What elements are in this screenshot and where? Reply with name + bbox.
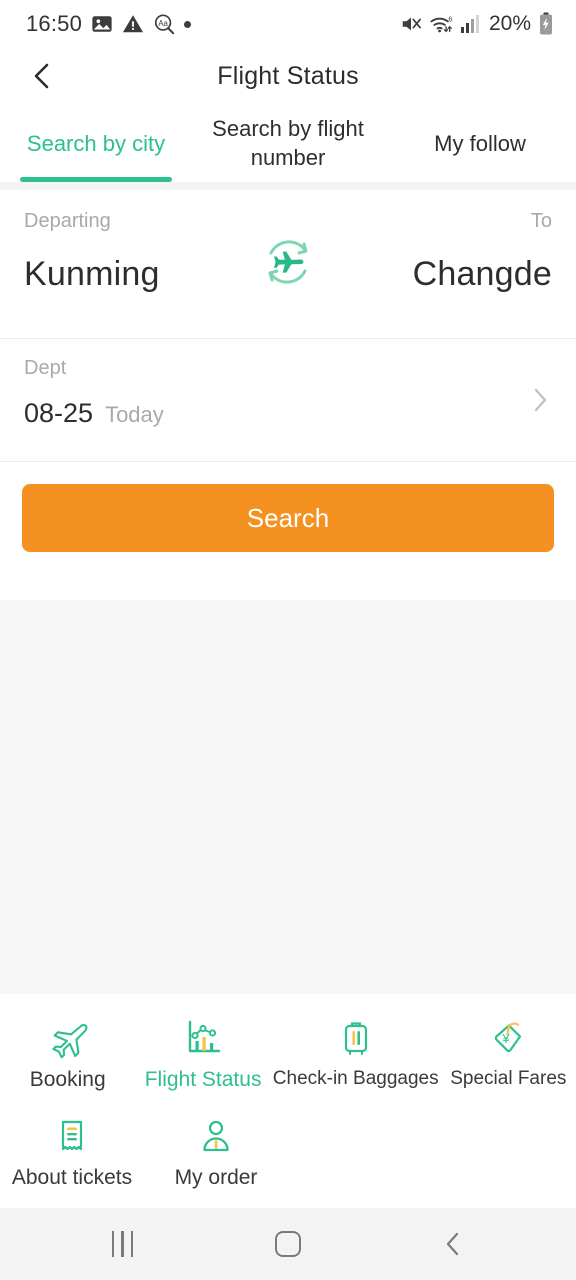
empty-content-area xyxy=(0,600,576,994)
person-icon xyxy=(195,1114,237,1158)
menu-label: Flight Status xyxy=(144,1068,262,1091)
tab-bar: Search by city Search by flight number M… xyxy=(0,104,576,182)
tab-search-by-flight-number[interactable]: Search by flight number xyxy=(192,104,384,182)
photo-icon xyxy=(91,13,113,35)
tab-label: Search by city xyxy=(26,130,166,156)
menu-item-booking[interactable]: Booking xyxy=(0,1004,135,1102)
to-label: To xyxy=(530,210,552,232)
date-value: 08-25 xyxy=(24,398,94,428)
svg-text:Aa: Aa xyxy=(158,19,168,28)
menu-label: Special Fares xyxy=(450,1068,567,1089)
menu-item-checkin-baggages[interactable]: Check-in Baggages xyxy=(271,1004,441,1102)
menu-label: About tickets xyxy=(11,1166,133,1189)
date-label: Dept xyxy=(24,357,67,379)
menu-label: Check-in Baggages xyxy=(272,1068,439,1089)
departure-city-field[interactable]: Departing Kunming xyxy=(24,210,184,294)
back-button[interactable] xyxy=(20,54,64,98)
menu-item-my-order[interactable]: My order xyxy=(144,1102,288,1200)
date-today-label: Today xyxy=(105,402,164,427)
swap-plane-icon xyxy=(257,231,319,293)
menu-label: Booking xyxy=(29,1068,106,1091)
feature-menu-row-1: Booking Flight Status Check-in Baggages … xyxy=(0,1004,576,1102)
text-search-icon: Aa xyxy=(153,13,175,35)
svg-text:6: 6 xyxy=(448,14,452,23)
back-icon xyxy=(442,1231,464,1257)
chevron-right-icon xyxy=(530,386,550,414)
search-button[interactable]: Search xyxy=(22,484,554,552)
departure-date-field[interactable]: Dept 08-25 Today xyxy=(0,339,576,461)
status-bar-right: 6 20% xyxy=(400,12,554,36)
status-bar: 16:50 Aa 6 20% xyxy=(0,0,576,48)
tab-separator xyxy=(0,182,576,190)
departing-city-value: Kunming xyxy=(24,255,160,293)
status-time: 16:50 xyxy=(26,11,83,36)
card-bottom-padding xyxy=(0,552,576,600)
menu-item-empty-1 xyxy=(288,1102,432,1200)
tab-label: Search by flight number xyxy=(212,116,364,170)
title-bar: Flight Status xyxy=(0,48,576,104)
receipt-icon xyxy=(51,1114,93,1158)
city-selector-row: Departing Kunming To Changde xyxy=(0,190,576,338)
signal-icon xyxy=(460,14,480,34)
status-bar-left: 16:50 Aa xyxy=(26,11,192,37)
battery-percent: 20% xyxy=(488,12,531,35)
search-button-wrap: Search xyxy=(0,462,576,552)
feature-menu: Booking Flight Status Check-in Baggages … xyxy=(0,994,576,1208)
search-card: Departing Kunming To Changde Dept 08-25 … xyxy=(0,190,576,600)
home-icon xyxy=(274,1231,301,1257)
menu-item-special-fares[interactable]: ¥ Special Fares xyxy=(441,1004,576,1102)
chevron-left-icon xyxy=(29,61,55,91)
wifi-6-icon: 6 xyxy=(429,13,453,35)
departing-label: Departing xyxy=(24,210,111,232)
svg-text:¥: ¥ xyxy=(502,1031,511,1046)
price-tag-icon: ¥ xyxy=(487,1016,529,1060)
phone-screen: 16:50 Aa 6 20% Flight Status Search by c… xyxy=(0,0,576,1280)
recents-icon xyxy=(111,1231,134,1257)
nav-back-button[interactable] xyxy=(417,1208,489,1280)
menu-item-empty-2 xyxy=(432,1102,576,1200)
tab-my-follow[interactable]: My follow xyxy=(384,104,576,182)
recents-button[interactable] xyxy=(87,1208,159,1280)
warning-icon xyxy=(122,13,144,35)
mute-icon xyxy=(400,13,422,35)
arrival-city-value: Changde xyxy=(412,255,552,293)
arrival-city-field[interactable]: To Changde xyxy=(392,210,552,294)
menu-label: My order xyxy=(174,1166,258,1189)
airplane-icon xyxy=(47,1016,89,1060)
dot-indicator xyxy=(184,20,192,28)
chart-icon xyxy=(182,1016,224,1060)
swap-cities-button[interactable] xyxy=(256,230,320,294)
date-main: 08-25 Today xyxy=(24,398,552,429)
tab-label: My follow xyxy=(434,130,526,156)
menu-item-about-tickets[interactable]: About tickets xyxy=(0,1102,144,1200)
tab-search-by-city[interactable]: Search by city xyxy=(0,104,192,182)
battery-charging-icon xyxy=(538,12,554,36)
menu-item-flight-status[interactable]: Flight Status xyxy=(135,1004,270,1102)
suitcase-icon xyxy=(335,1016,377,1060)
feature-menu-row-2: About tickets My order xyxy=(0,1102,576,1200)
android-nav-bar xyxy=(0,1208,576,1280)
home-button[interactable] xyxy=(252,1208,324,1280)
page-title: Flight Status xyxy=(217,61,359,90)
